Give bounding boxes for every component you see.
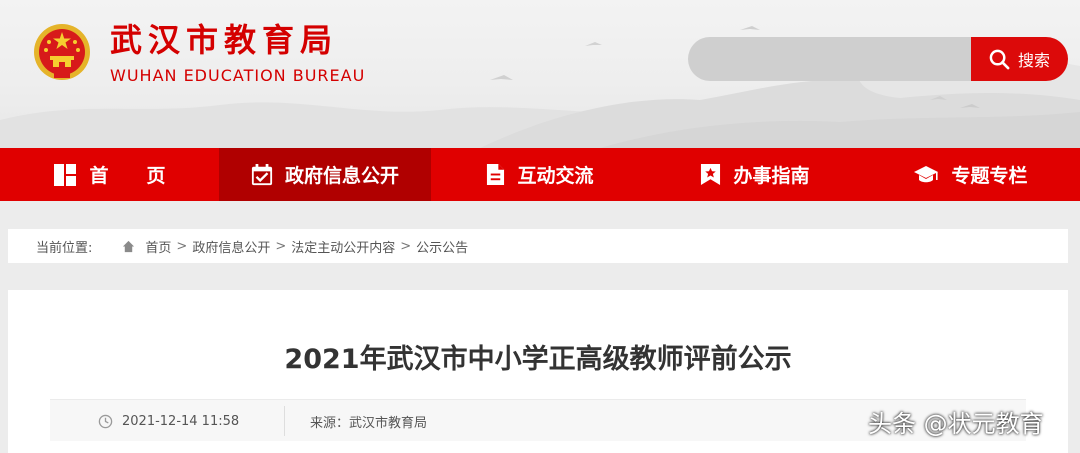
article-date: 2021-12-14 11:58 — [98, 400, 239, 442]
search-icon — [989, 49, 1010, 69]
article-date-text: 2021-12-14 11:58 — [122, 413, 240, 429]
watermark: 头条 @状元教育 — [868, 410, 1044, 438]
search-bar: 搜索 — [688, 37, 1068, 81]
main-nav: 首 页 政府信息公开 互动交流 办事指南 专题专栏 — [0, 148, 1080, 201]
bookmark-star-icon — [701, 164, 721, 185]
breadcrumb-separator: > — [176, 238, 188, 254]
breadcrumb-prefix: 当前位置: — [36, 240, 93, 256]
nav-item-guide[interactable]: 办事指南 — [649, 148, 861, 201]
national-emblem-icon — [34, 24, 90, 80]
search-button[interactable]: 搜索 — [971, 37, 1068, 81]
nav-item-label: 专题专栏 — [951, 165, 1028, 187]
breadcrumb-link-gov-info[interactable]: 政府信息公开 — [192, 237, 270, 256]
search-button-label: 搜索 — [1017, 51, 1050, 70]
breadcrumb-link-home[interactable]: 首页 — [145, 237, 171, 256]
clock-icon — [98, 414, 113, 428]
nav-item-home[interactable]: 首 页 — [0, 148, 219, 201]
document-icon — [487, 164, 505, 185]
home-icon — [123, 240, 135, 252]
nav-item-interaction[interactable]: 互动交流 — [431, 148, 649, 201]
site-header: 武汉市教育局 WUHAN EDUCATION BUREAU 搜索 — [0, 0, 1080, 148]
breadcrumb-link-notices[interactable]: 公示公告 — [416, 237, 468, 256]
nav-item-gov-info[interactable]: 政府信息公开 — [219, 148, 431, 201]
graduation-cap-icon — [914, 165, 939, 182]
nav-item-label: 政府信息公开 — [284, 165, 399, 187]
site-title-cn: 武汉市教育局 — [110, 21, 339, 59]
breadcrumb-separator: > — [275, 238, 287, 254]
nav-item-label: 互动交流 — [517, 165, 594, 187]
search-input[interactable] — [688, 37, 978, 81]
article-source: 来源：武汉市教育局 — [310, 415, 428, 431]
site-title-en: WUHAN EDUCATION BUREAU — [110, 66, 366, 85]
breadcrumb-link-statutory[interactable]: 法定主动公开内容 — [291, 237, 395, 256]
breadcrumb: 当前位置: 首页 > 政府信息公开 > 法定主动公开内容 > 公示公告 — [8, 229, 1068, 263]
nav-item-topics[interactable]: 专题专栏 — [861, 148, 1080, 201]
breadcrumb-separator: > — [400, 238, 412, 254]
nav-item-label: 首 页 — [89, 165, 166, 187]
home-grid-icon — [54, 163, 77, 186]
meta-divider — [284, 406, 285, 436]
calendar-check-icon — [251, 163, 273, 185]
article-title: 2021年武汉市中小学正高级教师评前公示 — [284, 344, 792, 375]
nav-item-label: 办事指南 — [733, 165, 810, 187]
